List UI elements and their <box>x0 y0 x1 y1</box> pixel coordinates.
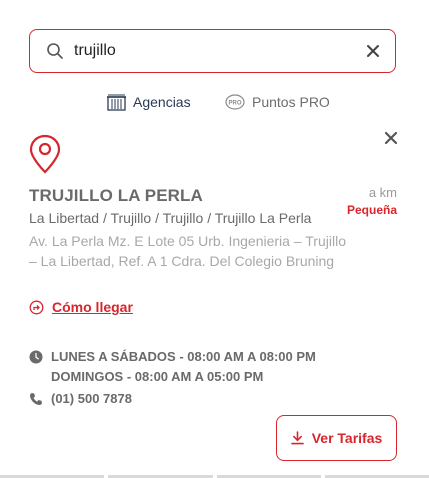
tab-agencias[interactable]: Agencias <box>107 92 191 112</box>
location-breadcrumb: La Libertad / Trujillo / Trujillo / Truj… <box>29 210 312 226</box>
agency-address: Av. La Perla Mz. E Lote 05 Urb. Ingenier… <box>29 231 349 271</box>
close-icon[interactable] <box>383 130 399 146</box>
address-line-2: – La Libertad, Ref. A 1 Cdra. Del Colegi… <box>29 253 335 269</box>
view-tariffs-button[interactable]: Ver Tarifas <box>276 415 397 461</box>
phone-icon <box>29 392 42 405</box>
download-icon <box>290 431 304 445</box>
tab-puntos-pro[interactable]: PRO Puntos PRO <box>225 92 330 112</box>
hours-weekdays: LUNES A SÁBADOS - 08:00 AM A 08:00 PM <box>51 349 316 364</box>
directions-link[interactable]: Cómo llegar <box>29 299 133 315</box>
hours-sunday: DOMINGOS - 08:00 AM A 05:00 PM <box>51 369 264 384</box>
address-line-1: Av. La Perla Mz. E Lote 05 Urb. Ingenier… <box>29 233 346 249</box>
agency-size-badge: Pequeña <box>346 203 397 217</box>
pro-badge-text: PRO <box>228 101 241 107</box>
pro-badge-icon: PRO <box>225 94 245 110</box>
opening-hours: LUNES A SÁBADOS - 08:00 AM A 08:00 PM DO… <box>29 347 316 387</box>
clock-icon <box>29 350 43 364</box>
building-icon <box>107 94 126 111</box>
view-tariffs-label: Ver Tarifas <box>311 430 383 446</box>
tab-puntos-pro-label: Puntos PRO <box>252 94 330 110</box>
clear-search-icon[interactable] <box>365 43 381 59</box>
search-icon <box>47 43 63 59</box>
directions-icon <box>29 300 44 314</box>
agency-search-panel: Agencias PRO Puntos PRO TRUJILLO LA PERL… <box>0 0 429 478</box>
phone-number: (01) 500 7878 <box>51 391 132 406</box>
search-input[interactable] <box>74 36 354 66</box>
search-box[interactable] <box>29 29 396 73</box>
agency-name: TRUJILLO LA PERLA <box>29 186 203 205</box>
phone-row: (01) 500 7878 <box>29 391 132 406</box>
agency-distance: a km <box>368 185 397 200</box>
directions-label: Cómo llegar <box>52 299 133 315</box>
location-pin-icon <box>29 134 61 174</box>
tab-agencias-label: Agencias <box>133 94 191 110</box>
